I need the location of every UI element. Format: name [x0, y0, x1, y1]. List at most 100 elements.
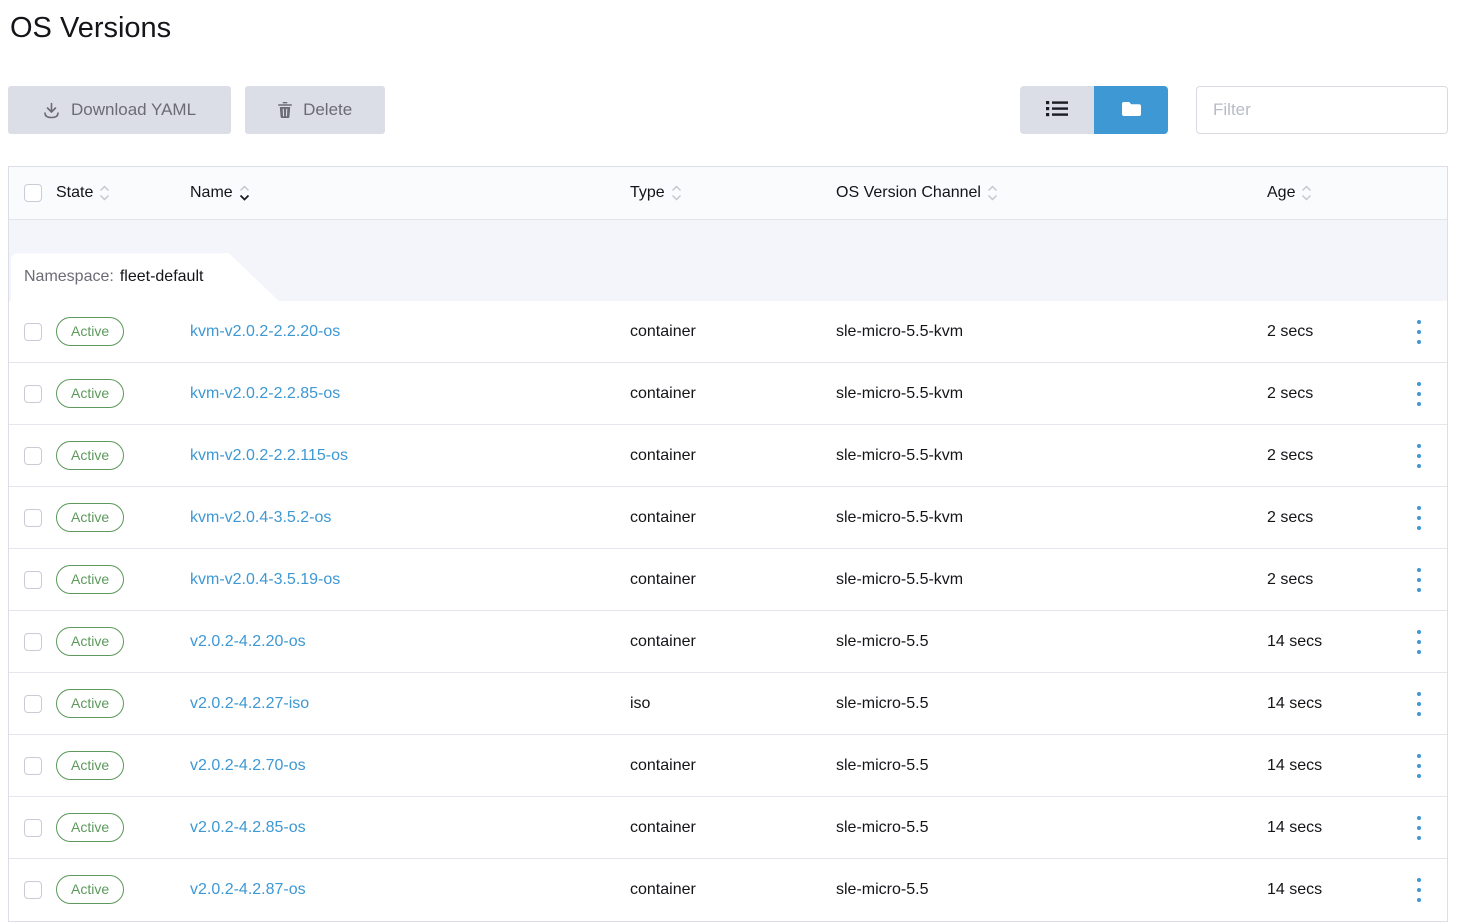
row-select-cell — [9, 385, 56, 403]
row-actions-button[interactable] — [1409, 874, 1429, 906]
name-cell: kvm-v2.0.4-3.5.19-os — [190, 571, 630, 589]
os-version-link[interactable]: v2.0.2-4.2.85-os — [190, 819, 306, 836]
state-cell: Active — [56, 447, 190, 465]
type-cell: container — [630, 447, 836, 465]
name-cell: kvm-v2.0.2-2.2.115-os — [190, 447, 630, 465]
status-badge: Active — [56, 751, 124, 780]
channel-cell: sle-micro-5.5-kvm — [836, 571, 1267, 589]
state-cell: Active — [56, 757, 190, 775]
row-checkbox[interactable] — [24, 881, 42, 899]
status-badge: Active — [56, 503, 124, 532]
os-version-link[interactable]: kvm-v2.0.2-2.2.20-os — [190, 323, 340, 340]
type-cell: iso — [630, 695, 836, 713]
row-actions-button[interactable] — [1409, 502, 1429, 534]
type-cell: container — [630, 881, 836, 899]
row-actions-button[interactable] — [1409, 564, 1429, 596]
column-header-age[interactable]: Age — [1267, 184, 1391, 202]
toolbar: Download YAML Delete — [8, 86, 1448, 134]
age-cell: 2 secs — [1267, 447, 1391, 465]
row-select-cell — [9, 447, 56, 465]
kebab-icon — [1417, 506, 1421, 510]
kebab-icon — [1417, 382, 1421, 386]
name-cell: v2.0.2-4.2.20-os — [190, 633, 630, 651]
status-badge: Active — [56, 441, 124, 470]
trash-icon — [278, 102, 292, 118]
state-cell: Active — [56, 323, 190, 341]
row-select-cell — [9, 757, 56, 775]
table-header-row: State Name Type — [9, 167, 1447, 220]
row-select-cell — [9, 695, 56, 713]
channel-cell: sle-micro-5.5 — [836, 757, 1267, 775]
download-yaml-label: Download YAML — [71, 100, 196, 120]
os-version-link[interactable]: v2.0.2-4.2.20-os — [190, 633, 306, 650]
age-cell: 2 secs — [1267, 385, 1391, 403]
select-all-cell — [9, 184, 56, 202]
sort-icon-age — [1301, 185, 1312, 201]
row-checkbox[interactable] — [24, 509, 42, 527]
row-checkbox[interactable] — [24, 571, 42, 589]
row-checkbox[interactable] — [24, 323, 42, 341]
os-versions-table: State Name Type — [8, 166, 1448, 922]
state-cell: Active — [56, 571, 190, 589]
name-cell: v2.0.2-4.2.87-os — [190, 881, 630, 899]
type-cell: container — [630, 323, 836, 341]
table-row: Active kvm-v2.0.4-3.5.2-os container sle… — [9, 487, 1447, 549]
sort-icon-state — [99, 185, 110, 201]
kebab-icon — [1417, 568, 1421, 572]
os-version-link[interactable]: kvm-v2.0.4-3.5.19-os — [190, 571, 340, 588]
delete-button[interactable]: Delete — [245, 86, 385, 134]
row-actions-button[interactable] — [1409, 316, 1429, 348]
list-view-button[interactable] — [1020, 86, 1094, 134]
row-checkbox[interactable] — [24, 447, 42, 465]
kebab-icon — [1417, 816, 1421, 820]
download-yaml-button[interactable]: Download YAML — [8, 86, 231, 134]
row-checkbox[interactable] — [24, 819, 42, 837]
status-badge: Active — [56, 565, 124, 594]
age-cell: 2 secs — [1267, 323, 1391, 341]
os-version-link[interactable]: kvm-v2.0.2-2.2.115-os — [190, 447, 348, 464]
column-header-type[interactable]: Type — [630, 184, 836, 202]
state-cell: Active — [56, 881, 190, 899]
filter-input[interactable] — [1196, 86, 1448, 134]
delete-label: Delete — [303, 100, 352, 120]
channel-cell: sle-micro-5.5-kvm — [836, 447, 1267, 465]
os-versions-page: OS Versions Download YAML — [0, 0, 1462, 922]
sort-icon-type — [671, 185, 682, 201]
row-select-cell — [9, 881, 56, 899]
column-header-name[interactable]: Name — [190, 184, 630, 202]
status-badge: Active — [56, 813, 124, 842]
row-checkbox[interactable] — [24, 633, 42, 651]
grouped-view-button[interactable] — [1094, 86, 1168, 134]
namespace-label: Namespace: — [24, 268, 114, 286]
age-cell: 2 secs — [1267, 571, 1391, 589]
os-version-link[interactable]: kvm-v2.0.4-3.5.2-os — [190, 509, 331, 526]
row-actions-button[interactable] — [1409, 378, 1429, 410]
row-actions-button[interactable] — [1409, 812, 1429, 844]
row-checkbox[interactable] — [24, 757, 42, 775]
row-actions-button[interactable] — [1409, 440, 1429, 472]
kebab-icon — [1417, 754, 1421, 758]
page-title: OS Versions — [10, 10, 1448, 46]
channel-cell: sle-micro-5.5 — [836, 633, 1267, 651]
row-checkbox[interactable] — [24, 695, 42, 713]
os-version-link[interactable]: kvm-v2.0.2-2.2.85-os — [190, 385, 340, 402]
download-icon — [43, 102, 60, 119]
bulk-actions: Download YAML Delete — [8, 86, 385, 134]
age-cell: 14 secs — [1267, 819, 1391, 837]
row-actions-button[interactable] — [1409, 688, 1429, 720]
column-header-state[interactable]: State — [56, 184, 190, 202]
row-actions-button[interactable] — [1409, 750, 1429, 782]
table-controls — [1020, 86, 1448, 134]
status-badge: Active — [56, 317, 124, 346]
row-checkbox[interactable] — [24, 385, 42, 403]
column-header-os-version-channel[interactable]: OS Version Channel — [836, 184, 1267, 202]
age-cell: 14 secs — [1267, 633, 1391, 651]
kebab-icon — [1417, 444, 1421, 448]
row-select-cell — [9, 571, 56, 589]
select-all-checkbox[interactable] — [24, 184, 42, 202]
row-actions-button[interactable] — [1409, 626, 1429, 658]
os-version-link[interactable]: v2.0.2-4.2.70-os — [190, 757, 306, 774]
os-version-link[interactable]: v2.0.2-4.2.27-iso — [190, 695, 309, 712]
os-version-link[interactable]: v2.0.2-4.2.87-os — [190, 881, 306, 898]
channel-cell: sle-micro-5.5 — [836, 819, 1267, 837]
